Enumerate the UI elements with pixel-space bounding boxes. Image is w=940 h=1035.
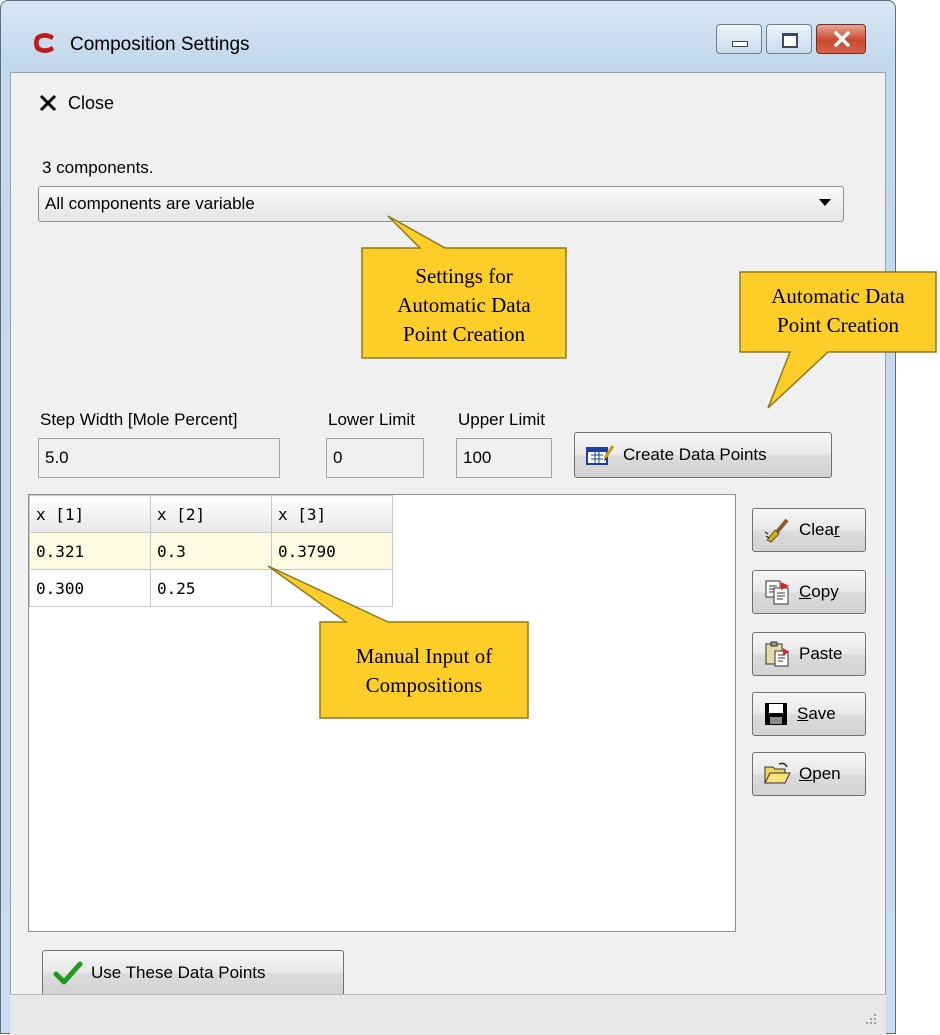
step-width-label: Step Width [Mole Percent]: [40, 410, 238, 429]
toolbar-close-button[interactable]: Close: [38, 90, 114, 116]
paste-label: Paste: [799, 644, 843, 663]
table-row[interactable]: 0.300 0.25: [29, 569, 393, 607]
maximize-icon: [782, 33, 798, 48]
open-button[interactable]: Open: [752, 752, 866, 796]
step-width-field[interactable]: 5.0: [38, 438, 280, 478]
close-label: Close: [68, 92, 115, 113]
callout-line: Manual Input of: [355, 644, 493, 668]
composition-grid[interactable]: x [1] x [2] x [3] 0.321 0.3 0.3790 0.300…: [28, 494, 736, 932]
callout-line: Point Creation: [777, 313, 899, 337]
grid-cell[interactable]: 0.3790: [271, 532, 393, 570]
use-data-points-label: Use These Data Points: [91, 963, 266, 982]
variable-mode-dropdown[interactable]: All components are variable: [38, 186, 844, 222]
clear-brush-icon: [764, 518, 789, 543]
callout-create: Automatic Data Point Creation: [740, 282, 936, 340]
column-header[interactable]: x [3]: [271, 495, 393, 533]
paste-button[interactable]: Paste: [752, 632, 866, 676]
close-window-button[interactable]: [816, 24, 866, 54]
upper-limit-label: Upper Limit: [458, 410, 545, 429]
close-window-icon: [834, 31, 850, 47]
save-label-accel: S: [797, 704, 809, 723]
app-logo-icon: [34, 33, 54, 53]
upper-limit-field[interactable]: 100: [456, 438, 552, 478]
resize-grip-icon[interactable]: [860, 1010, 878, 1028]
minimize-icon: [732, 41, 748, 47]
column-header[interactable]: x [1]: [29, 495, 151, 533]
checkmark-icon: [53, 961, 83, 985]
save-label: Save: [797, 704, 836, 724]
grid-cell[interactable]: 0.25: [150, 569, 272, 607]
save-label-text: ave: [808, 704, 836, 723]
create-points-icon: [586, 445, 615, 465]
clear-label-accel: r: [833, 520, 840, 539]
paste-icon: [765, 641, 789, 667]
open-label: Open: [799, 764, 841, 784]
callout-line: Automatic Data: [397, 293, 531, 317]
copy-label: Copy: [799, 582, 839, 602]
create-data-points-label: Create Data Points: [623, 445, 767, 464]
clear-button[interactable]: Clear: [752, 508, 866, 552]
lower-limit-field[interactable]: 0: [326, 438, 424, 478]
close-x-icon: [39, 94, 57, 112]
minimize-button[interactable]: [716, 24, 762, 54]
callout-settings: Settings for Automatic Data Point Creati…: [362, 262, 566, 349]
components-count-label: 3 components.: [42, 158, 154, 177]
grid-cell[interactable]: 0.3: [150, 532, 272, 570]
grid-cell[interactable]: [271, 569, 393, 607]
create-data-points-button[interactable]: Create Data Points: [574, 432, 832, 478]
clear-label: Clear: [799, 520, 840, 540]
dropdown-arrow-icon: [819, 199, 831, 206]
callout-line: Automatic Data: [771, 284, 905, 308]
table-row[interactable]: 0.321 0.3 0.3790: [29, 532, 393, 570]
save-disk-icon: [765, 703, 787, 725]
maximize-button[interactable]: [766, 24, 812, 54]
copy-label-text: opy: [811, 582, 839, 601]
save-button[interactable]: Save: [752, 692, 866, 736]
copy-label-accel: C: [799, 582, 812, 601]
callout-line: Point Creation: [403, 322, 525, 346]
copy-icon: [765, 580, 789, 605]
clear-label-text: Clea: [799, 520, 834, 539]
callout-line: Settings for: [415, 264, 513, 288]
open-label-accel: O: [799, 764, 813, 783]
grid-cell[interactable]: 0.321: [29, 532, 151, 570]
callout-line: Compositions: [365, 673, 483, 697]
window-title: Composition Settings: [70, 34, 250, 55]
lower-limit-label: Lower Limit: [328, 410, 415, 429]
open-label-text: pen: [812, 764, 841, 783]
use-data-points-button[interactable]: Use These Data Points: [42, 950, 344, 996]
status-bar: [10, 994, 886, 1035]
column-header[interactable]: x [2]: [150, 495, 272, 533]
grid-cell[interactable]: 0.300: [29, 569, 151, 607]
callout-manual: Manual Input of Compositions: [320, 642, 528, 700]
copy-button[interactable]: Copy: [752, 570, 866, 614]
open-folder-icon: [764, 762, 791, 784]
dropdown-value: All components are variable: [45, 194, 255, 213]
grid-header-row: x [1] x [2] x [3]: [29, 495, 393, 533]
